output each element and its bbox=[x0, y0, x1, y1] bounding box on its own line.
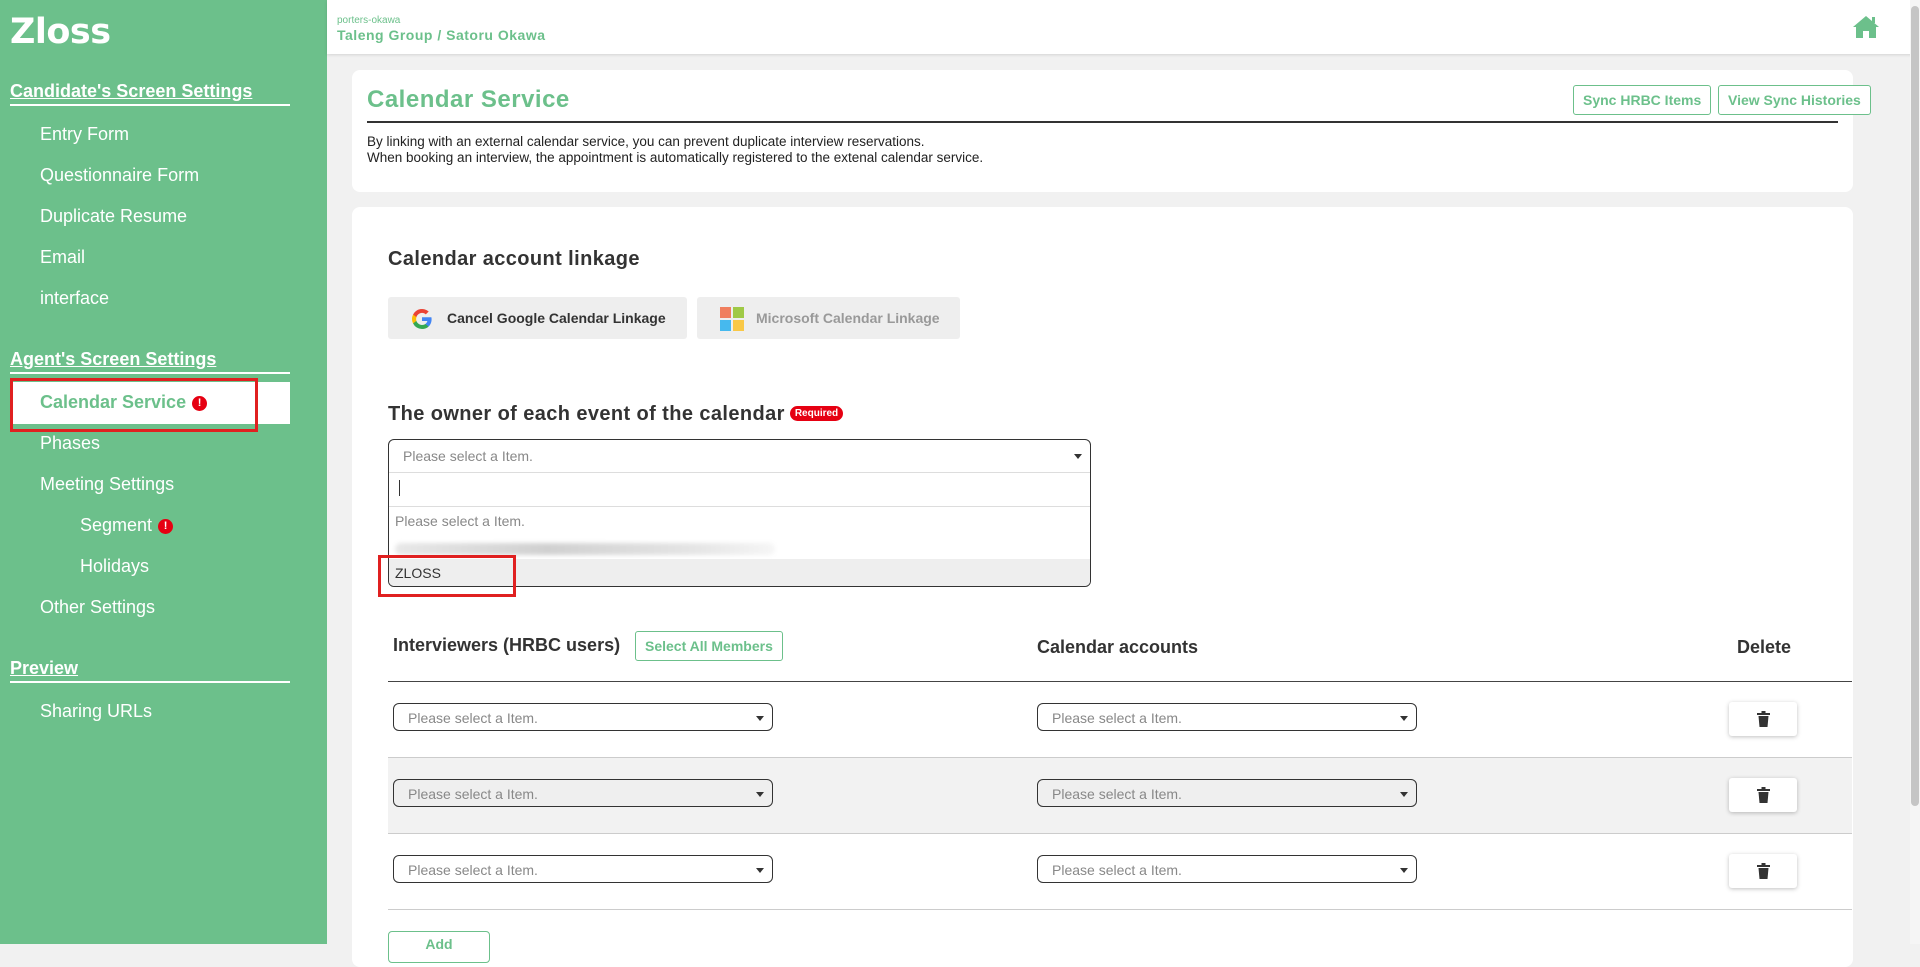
section-title-agent: Agent's Screen Settings bbox=[10, 349, 290, 374]
linkage-title: Calendar account linkage bbox=[388, 248, 640, 270]
alert-icon: ! bbox=[158, 519, 174, 534]
calendar-account-select[interactable]: Please select a Item. bbox=[1037, 703, 1417, 731]
select-placeholder: Please select a Item. bbox=[1052, 786, 1182, 802]
row-divider bbox=[388, 757, 1852, 758]
select-placeholder: Please select a Item. bbox=[1052, 862, 1182, 878]
sidebar-item-email[interactable]: Email bbox=[40, 247, 85, 268]
row-divider bbox=[388, 833, 1852, 834]
chevron-down-icon bbox=[756, 868, 764, 873]
description-line: By linking with an external calendar ser… bbox=[367, 134, 925, 149]
delete-row-button[interactable] bbox=[1729, 854, 1797, 888]
blurred-option[interactable] bbox=[395, 543, 775, 555]
sidebar-item-interface[interactable]: interface bbox=[40, 288, 109, 309]
page-description: By linking with an external calendar ser… bbox=[367, 134, 983, 166]
interviewer-select[interactable]: Please select a Item. bbox=[393, 855, 773, 883]
page-scrollbar[interactable] bbox=[1910, 0, 1920, 944]
microsoft-linkage-button[interactable]: Microsoft Calendar Linkage bbox=[697, 297, 960, 339]
sidebar-item-calendar-service[interactable]: Calendar Service! bbox=[40, 392, 208, 413]
table-header-divider bbox=[388, 681, 1852, 682]
sidebar-item-sharing-urls[interactable]: Sharing URLs bbox=[40, 701, 152, 722]
org-breadcrumb[interactable]: Taleng Group / Satoru Okawa bbox=[337, 27, 546, 43]
select-placeholder: Please select a Item. bbox=[1052, 710, 1182, 726]
owner-select-dropdown[interactable]: Please select a Item. Please select a It… bbox=[388, 439, 1091, 587]
header-card: Calendar Service Sync HRBC Items View Sy… bbox=[352, 70, 1871, 192]
google-button-label: Cancel Google Calendar Linkage bbox=[447, 310, 666, 326]
col-calendar-accounts: Calendar accounts bbox=[1037, 637, 1199, 657]
trash-icon bbox=[1757, 863, 1770, 879]
section-title-candidate: Candidate's Screen Settings bbox=[10, 81, 290, 106]
microsoft-button-label: Microsoft Calendar Linkage bbox=[756, 310, 940, 326]
page-title: Calendar Service bbox=[367, 86, 570, 113]
description-line: When booking an interview, the appointme… bbox=[367, 150, 984, 165]
owner-select[interactable]: Please select a Item. bbox=[389, 440, 1090, 473]
chevron-down-icon bbox=[756, 716, 764, 721]
required-badge: Required bbox=[789, 406, 844, 421]
text-cursor bbox=[399, 480, 400, 496]
interviewer-select[interactable]: Please select a Item. bbox=[393, 703, 773, 731]
chevron-down-icon bbox=[1074, 454, 1082, 459]
trash-icon bbox=[1757, 711, 1770, 727]
microsoft-icon bbox=[720, 307, 744, 331]
interviewer-select[interactable]: Please select a Item. bbox=[393, 779, 773, 807]
row-divider bbox=[388, 909, 1852, 910]
dropdown-option[interactable]: Please select a Item. bbox=[389, 507, 1090, 535]
sidebar-item-holidays[interactable]: Holidays bbox=[80, 556, 149, 577]
owner-title-text: The owner of each event of the calendar bbox=[388, 403, 785, 425]
sidebar: Zloss Candidate's Screen Settings Entry … bbox=[0, 0, 327, 944]
chevron-down-icon bbox=[1400, 716, 1408, 721]
sidebar-item-phases[interactable]: Phases bbox=[40, 433, 100, 454]
dropdown-option-zloss[interactable]: ZLOSS bbox=[389, 559, 1090, 586]
dropdown-search-input[interactable] bbox=[389, 472, 1090, 507]
google-icon bbox=[412, 308, 432, 329]
section-title-preview: Preview bbox=[10, 658, 290, 683]
delete-row-button[interactable] bbox=[1729, 702, 1797, 736]
trash-icon bbox=[1757, 787, 1770, 803]
col-delete: Delete bbox=[1737, 637, 1792, 657]
chevron-down-icon bbox=[1400, 792, 1408, 797]
sync-hrbc-items-button[interactable]: Sync HRBC Items bbox=[1573, 85, 1712, 115]
cancel-google-linkage-button[interactable]: Cancel Google Calendar Linkage bbox=[388, 297, 687, 339]
view-sync-histories-button[interactable]: View Sync Histories bbox=[1718, 85, 1871, 115]
org-id: porters-okawa bbox=[337, 15, 401, 26]
calendar-account-select[interactable]: Please select a Item. bbox=[1037, 779, 1417, 807]
owner-title: The owner of each event of the calendar R… bbox=[388, 403, 844, 426]
sidebar-item-duplicate-resume[interactable]: Duplicate Resume bbox=[40, 206, 187, 227]
sidebar-item-segment[interactable]: Segment! bbox=[80, 515, 174, 536]
add-row-button[interactable]: Add bbox=[388, 931, 490, 963]
select-placeholder: Please select a Item. bbox=[408, 786, 538, 802]
chevron-down-icon bbox=[1400, 868, 1408, 873]
owner-select-placeholder: Please select a Item. bbox=[403, 448, 533, 464]
sidebar-item-label: Segment bbox=[80, 515, 153, 535]
delete-row-button[interactable] bbox=[1729, 778, 1797, 812]
select-placeholder: Please select a Item. bbox=[408, 710, 538, 726]
select-placeholder: Please select a Item. bbox=[408, 862, 538, 878]
calendar-account-select[interactable]: Please select a Item. bbox=[1037, 855, 1417, 883]
top-header: porters-okawa Taleng Group / Satoru Okaw… bbox=[327, 0, 1920, 54]
col-interviewers: Interviewers (HRBC users) bbox=[393, 635, 621, 655]
alert-icon: ! bbox=[192, 396, 208, 411]
scrollbar-thumb[interactable] bbox=[1911, 6, 1919, 806]
sidebar-item-questionnaire-form[interactable]: Questionnaire Form bbox=[40, 165, 199, 186]
select-all-members-button[interactable]: Select All Members bbox=[635, 631, 783, 661]
sidebar-item-label: Calendar Service bbox=[40, 392, 187, 412]
chevron-down-icon bbox=[756, 792, 764, 797]
sidebar-item-entry-form[interactable]: Entry Form bbox=[40, 124, 129, 145]
sidebar-item-meeting-settings[interactable]: Meeting Settings bbox=[40, 474, 174, 495]
home-icon[interactable] bbox=[1852, 14, 1880, 40]
app-logo[interactable]: Zloss bbox=[10, 12, 111, 52]
title-divider bbox=[367, 121, 1838, 123]
sidebar-item-other-settings[interactable]: Other Settings bbox=[40, 597, 155, 618]
